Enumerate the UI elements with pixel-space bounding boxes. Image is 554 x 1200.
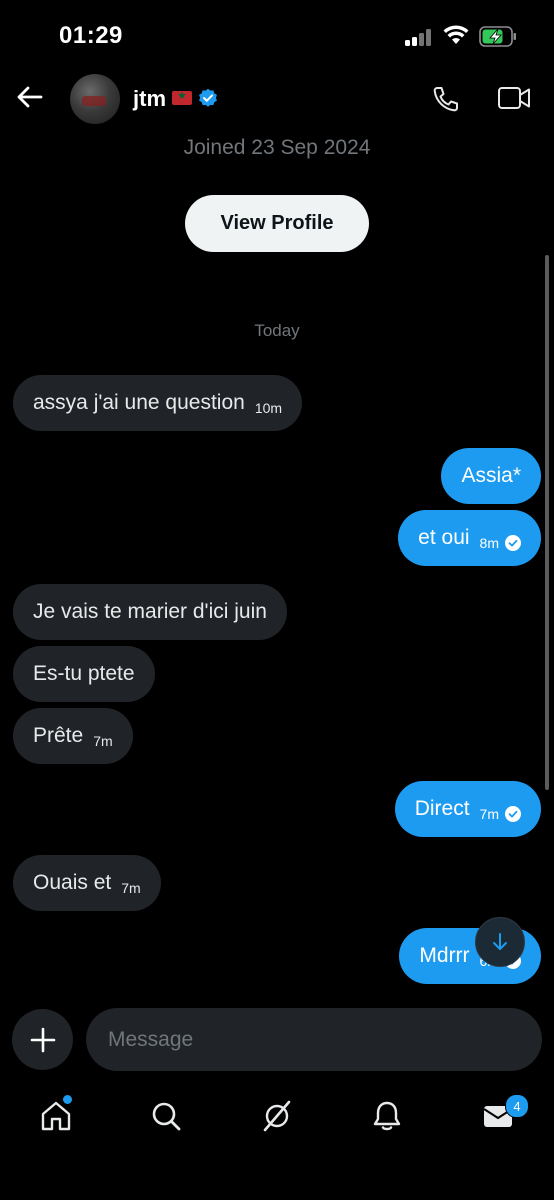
grok-icon[interactable]: [259, 1098, 295, 1134]
wifi-icon: [443, 25, 469, 44]
message-time: 8m: [479, 535, 499, 551]
message-bubble[interactable]: Assia*: [441, 448, 541, 504]
message-bubble[interactable]: Direct 7m: [394, 781, 541, 837]
scroll-to-bottom-button[interactable]: [475, 917, 525, 967]
message-input[interactable]: [86, 1008, 542, 1071]
check-icon: [505, 535, 521, 551]
day-separator: Today: [254, 321, 300, 340]
message-time: 10m: [254, 400, 283, 416]
message-time: 7m: [93, 733, 113, 749]
message-text: Direct: [414, 797, 470, 820]
phone-icon[interactable]: [431, 84, 461, 114]
avatar[interactable]: [70, 74, 120, 124]
message-bubble[interactable]: Ouais et 7m: [13, 855, 161, 911]
message-time: 7m: [479, 806, 499, 822]
message-field[interactable]: [86, 1008, 542, 1071]
message-text: Mdrrr: [419, 944, 470, 967]
message-text: Prête: [33, 724, 84, 747]
view-profile-button[interactable]: View Profile: [185, 195, 369, 252]
morocco-flag-emoji: [172, 89, 192, 105]
scroll-down-icon: [493, 933, 507, 950]
cellular-signal-icon: [405, 28, 433, 46]
message-bubble[interactable]: Je vais te marier d'ici juin: [13, 584, 287, 640]
message-text: assya j'ai une question: [33, 391, 245, 414]
scrollbar[interactable]: [545, 255, 549, 790]
message-text: Assia*: [461, 464, 521, 487]
message-bubble[interactable]: assya j'ai une question 10m: [13, 375, 303, 431]
check-icon: [505, 806, 521, 822]
battery-charging-icon: [479, 26, 516, 47]
home-notification-dot: [62, 1094, 73, 1105]
message-time: 7m: [121, 880, 141, 896]
messages-badge: 4: [505, 1094, 529, 1118]
message-text: Es-tu ptete: [33, 662, 135, 685]
plus-icon: [30, 1027, 55, 1052]
message-bubble[interactable]: Prête 7m: [13, 708, 133, 764]
joined-date: Joined 23 Sep 2024: [183, 136, 371, 159]
message-bubble[interactable]: Es-tu ptete: [13, 646, 155, 702]
message-text: et oui: [418, 526, 470, 549]
bell-icon[interactable]: [369, 1098, 405, 1134]
add-attachment-button[interactable]: [12, 1009, 73, 1070]
verified-badge-icon: [199, 88, 217, 107]
message-bubble[interactable]: et oui 8m: [398, 510, 541, 566]
search-icon[interactable]: [148, 1098, 184, 1134]
status-time: 01:29: [59, 22, 123, 49]
message-text: Ouais et: [33, 871, 112, 894]
back-arrow-icon[interactable]: [14, 82, 44, 112]
video-icon[interactable]: [497, 84, 531, 112]
message-text: Je vais te marier d'ici juin: [33, 600, 267, 623]
username[interactable]: jtm: [133, 86, 166, 112]
